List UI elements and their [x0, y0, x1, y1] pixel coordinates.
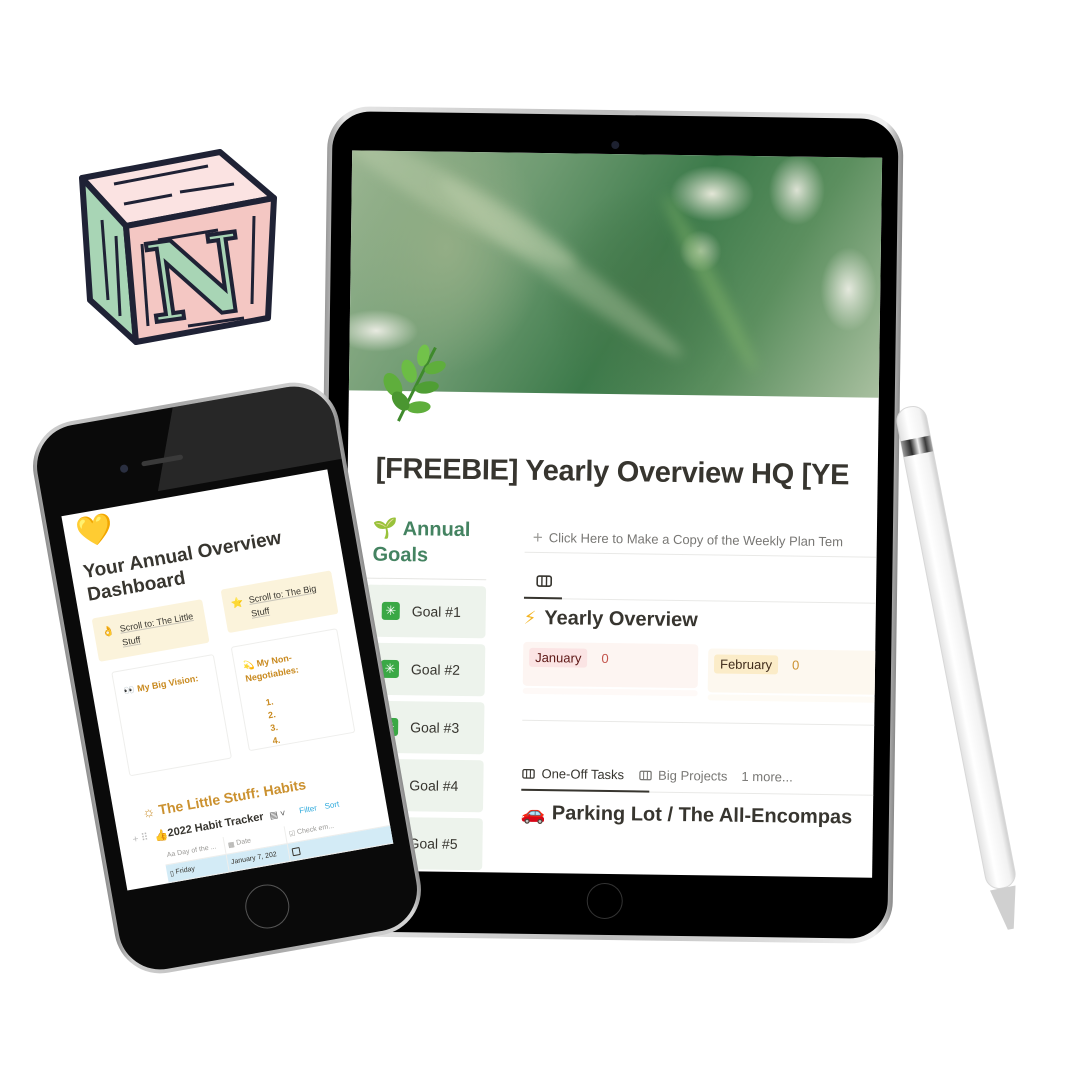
month-label: February — [713, 654, 779, 675]
ok-hand-icon: 👌 — [101, 625, 116, 639]
ipad-home-button[interactable] — [586, 882, 623, 920]
herb-icon[interactable] — [378, 341, 451, 426]
seedling-icon: 🌱 — [372, 517, 398, 541]
ipad-camera-icon — [611, 140, 620, 150]
apple-pencil — [896, 406, 1016, 930]
eyes-icon: 👀 — [122, 684, 136, 697]
divider — [522, 719, 883, 726]
board-view-icon — [638, 770, 652, 780]
yearly-overview-heading: ⚡ Yearly Overview — [523, 607, 698, 632]
month-column-january[interactable]: January 0 — [522, 641, 699, 689]
callout-link[interactable]: Scroll to: The Big Stuff — [248, 583, 317, 619]
month-board: January 0 February 0 — [522, 641, 883, 695]
copy-template-button[interactable]: + Click Here to Make a Copy of the Weekl… — [524, 522, 883, 558]
goal-card[interactable]: ✳ Goal #1 — [365, 584, 487, 639]
ipad-screen-notion-page: [FREEBIE] Yearly Overview HQ [YE 🌱 Annua… — [342, 150, 883, 878]
tab-one-off-tasks[interactable]: One-Off Tasks — [521, 766, 624, 782]
more-views-button[interactable]: 1 more... — [741, 769, 793, 785]
month-column-february[interactable]: February 0 — [707, 648, 883, 695]
page-title: [FREEBIE] Yearly Overview HQ [YE — [375, 452, 850, 492]
non-negotiables-list: 1. 2. 3. 4. — [249, 684, 347, 751]
yearly-view-tabs — [523, 562, 883, 604]
star-icon: ⭐ — [230, 597, 245, 611]
filter-button[interactable]: Filter — [298, 803, 317, 815]
active-tab-indicator — [523, 596, 562, 600]
iphone-screen-notion-page: 💛 Your Annual Overview Dashboard 👌 Scrol… — [61, 469, 394, 891]
sparkle-icon: ✳ — [381, 601, 400, 621]
main-column: + Click Here to Make a Copy of the Weekl… — [520, 522, 883, 831]
callout-link[interactable]: Scroll to: The Little Stuff — [119, 611, 194, 648]
active-tab-indicator — [521, 788, 650, 793]
plus-icon: + — [532, 527, 543, 547]
iphone-home-button[interactable] — [241, 880, 293, 932]
dizzy-icon: 💫 — [242, 659, 256, 671]
table-view-dropdown-icon[interactable]: ▤ ˅ — [268, 807, 286, 821]
add-drag-handle-icon[interactable]: + ⠿ — [132, 832, 150, 846]
car-icon: 🚗 — [520, 802, 547, 826]
sort-button[interactable]: Sort — [324, 799, 340, 810]
lightning-icon: ⚡ — [523, 607, 537, 628]
parking-lot-heading: 🚗 Parking Lot / The All-Encompas — [520, 802, 853, 829]
tasks-view-tabs: One-Off Tasks Big Projects 1 more... — [521, 756, 882, 796]
month-label: January — [529, 647, 588, 668]
board-view-icon[interactable] — [534, 571, 554, 591]
iphone-camera-icon — [119, 464, 129, 474]
non-negotiables-box[interactable]: 💫 My Non-Negotiables: 1. 2. 3. 4. — [230, 628, 356, 752]
month-count: 0 — [791, 657, 800, 673]
board-view-icon — [522, 768, 535, 779]
notion-logo-block: N — [79, 149, 277, 350]
month-count: 0 — [601, 650, 609, 666]
tab-big-projects[interactable]: Big Projects — [638, 767, 728, 784]
big-vision-box[interactable]: 👀 My Big Vision: — [111, 653, 233, 777]
notion-logo-letter: N — [138, 210, 253, 349]
checkbox[interactable] — [291, 846, 301, 856]
scroll-little-stuff-callout[interactable]: 👌 Scroll to: The Little Stuff — [91, 599, 210, 662]
yellow-heart-icon[interactable]: 💛 — [74, 512, 117, 551]
sun-icon: ☼ — [140, 802, 157, 821]
annual-goals-heading: 🌱 Annual Goals — [366, 515, 488, 581]
